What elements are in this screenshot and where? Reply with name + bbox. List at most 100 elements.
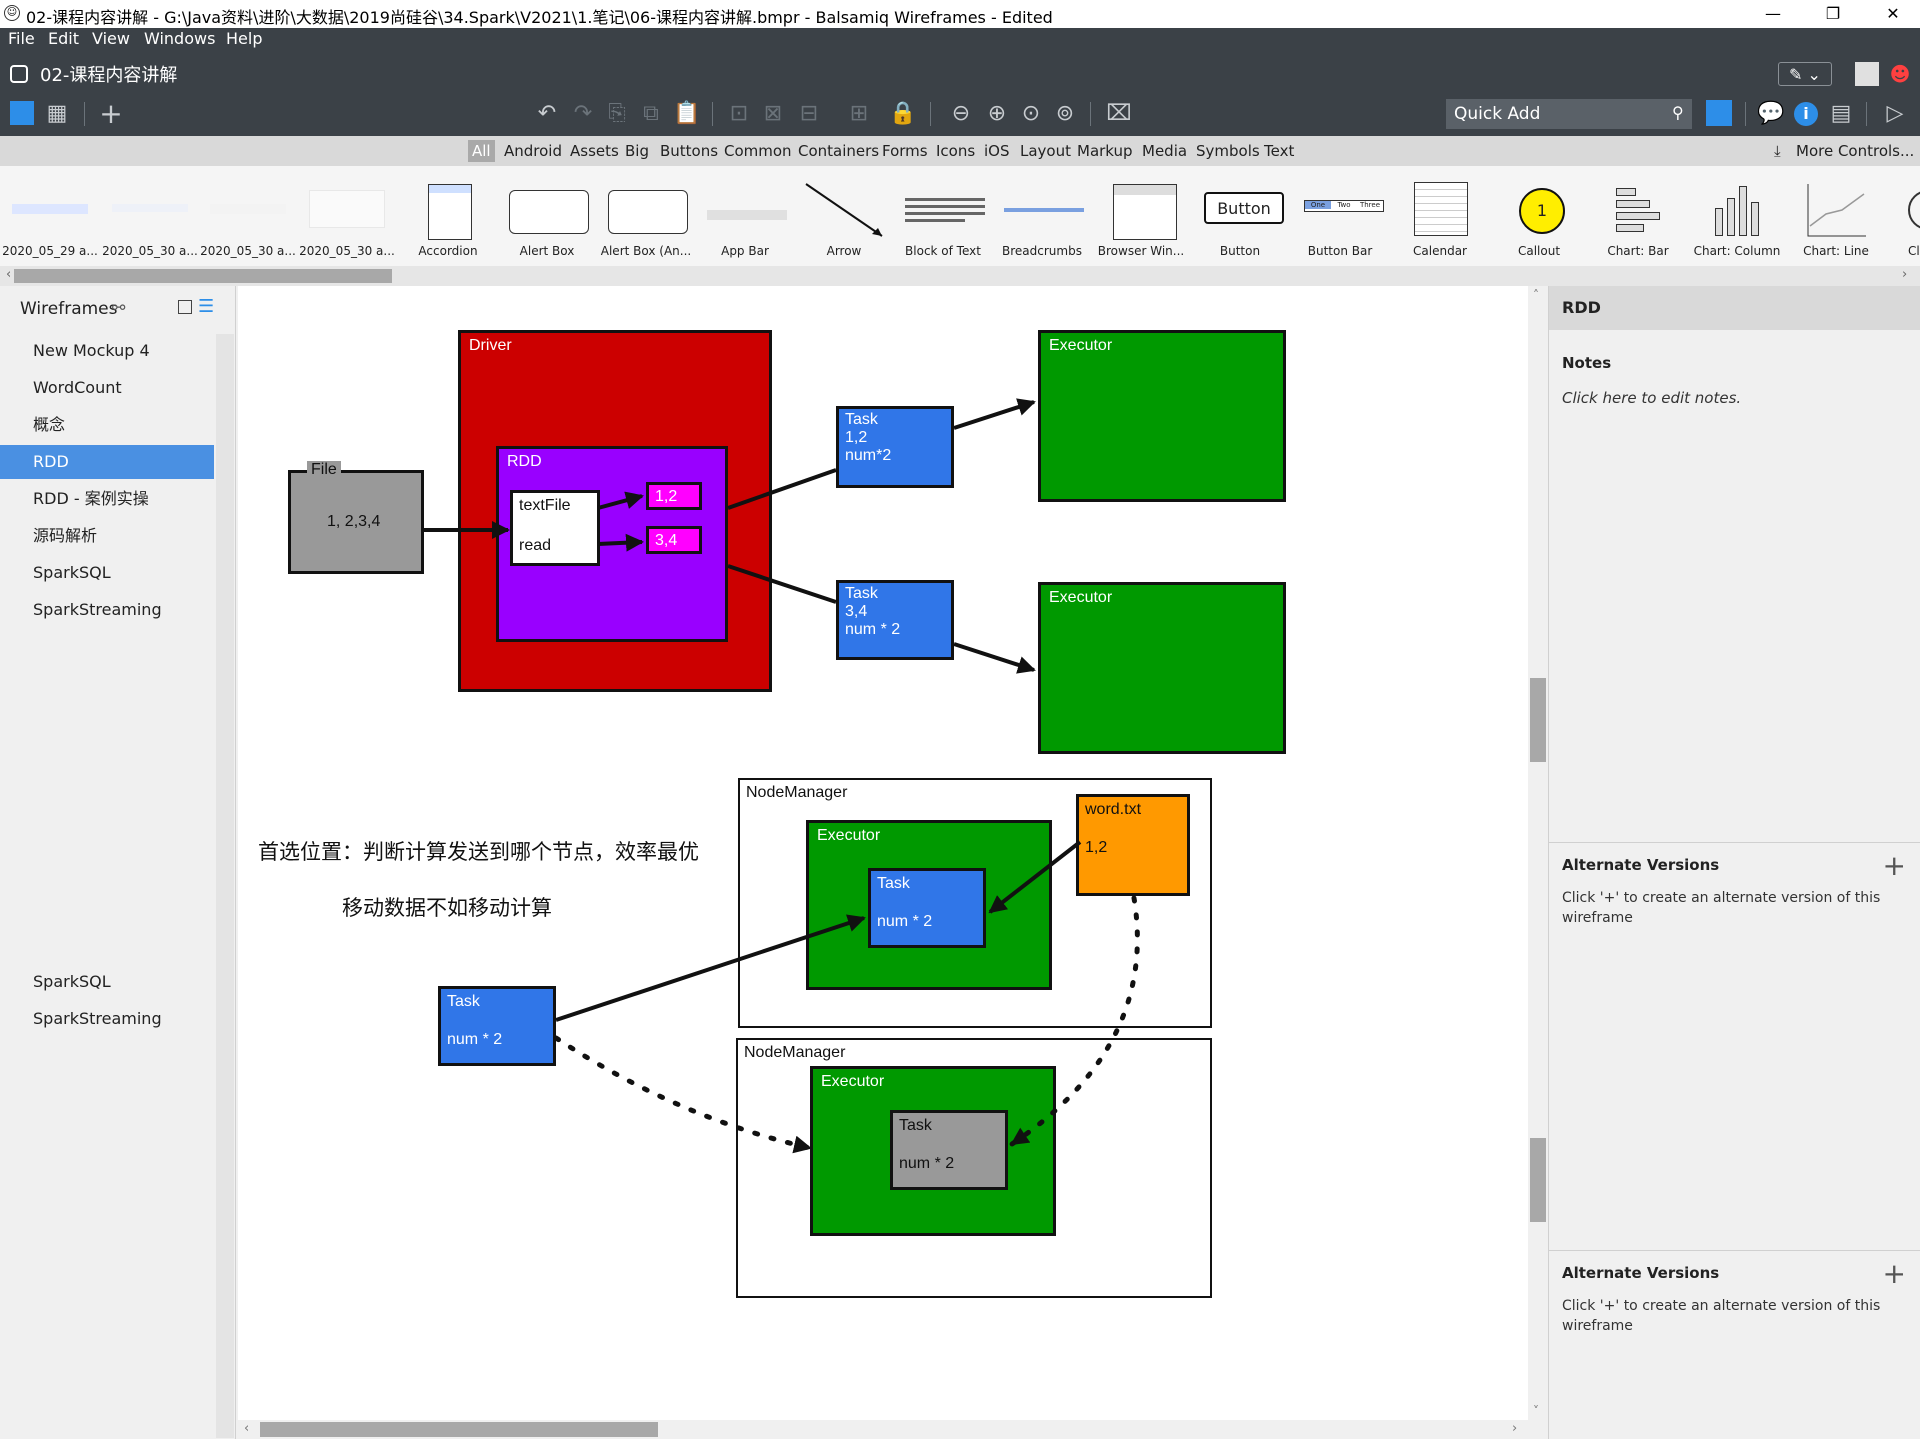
category-assets[interactable]: Assets	[570, 142, 619, 160]
library-item-button[interactable]: Button Button	[1192, 180, 1288, 258]
nav-item-source-analysis[interactable]: 源码解析	[0, 519, 214, 553]
notes-panel-icon[interactable]: ▤	[1826, 99, 1856, 129]
add-alternate-version-button-2[interactable]: +	[1883, 1260, 1906, 1288]
add-alternate-version-button[interactable]: +	[1883, 852, 1906, 880]
horizontal-scroll-thumb[interactable]	[260, 1422, 658, 1437]
menu-file[interactable]: File	[8, 29, 35, 48]
library-item-chart-line[interactable]: Chart: Line	[1788, 180, 1884, 258]
library-item-browser-window[interactable]: Browser Win...	[1093, 180, 1189, 258]
close-button[interactable]: ✕	[1870, 0, 1916, 28]
canvas-vertical-scrollbar[interactable]: ˄ ˅	[1528, 286, 1548, 1420]
category-layout[interactable]: Layout	[1020, 142, 1071, 160]
nav-item-rdd-case[interactable]: RDD - 案例实操	[0, 482, 214, 516]
word-txt-box[interactable]: word.txt 1,2	[1076, 794, 1190, 896]
single-view-icon[interactable]	[10, 101, 34, 125]
left-panel-scrollbar[interactable]	[216, 334, 234, 1438]
category-media[interactable]: Media	[1142, 142, 1187, 160]
library-item-arrow[interactable]: Arrow	[796, 180, 892, 258]
nm2-task-box[interactable]: Task num * 2	[890, 1110, 1008, 1190]
monster-icon[interactable]: ☻	[1888, 62, 1912, 86]
clipboard-icon[interactable]: 📋	[672, 99, 702, 129]
library-scrollbar[interactable]: ‹ ›	[0, 266, 1920, 286]
add-mockup-icon[interactable]: +	[96, 99, 126, 129]
task-3-box[interactable]: Task num * 2	[438, 986, 556, 1066]
task-2-box[interactable]: Task 3,4 num * 2	[836, 580, 954, 660]
library-item-calendar[interactable]: Calendar	[1392, 180, 1488, 258]
nav-item-wordcount[interactable]: WordCount	[0, 371, 214, 405]
library-item-mockup-1[interactable]: 2020_05_29 a...	[2, 180, 98, 258]
partition-1-box[interactable]: 1,2	[646, 482, 702, 510]
duplicate-icon[interactable]: ⧉	[636, 99, 666, 129]
edit-mode-dropdown[interactable]: ✎ ⌄	[1778, 62, 1832, 86]
category-ios[interactable]: iOS	[984, 142, 1010, 160]
vertical-scroll-thumb[interactable]	[1530, 678, 1546, 762]
undo-icon[interactable]: ↶	[532, 99, 562, 129]
hscroll-left-icon[interactable]: ‹	[244, 1421, 249, 1436]
redo-icon[interactable]: ↷	[568, 99, 598, 129]
library-item-breadcrumbs[interactable]: Breadcrumbs	[994, 180, 1090, 258]
category-buttons[interactable]: Buttons	[660, 142, 718, 160]
lock-icon[interactable]: 🔒	[888, 99, 918, 129]
library-item-block-of-text[interactable]: Block of Text	[895, 180, 991, 258]
nav-item-sparksql[interactable]: SparkSQL	[0, 556, 214, 590]
category-markup[interactable]: Markup	[1077, 142, 1133, 160]
library-item-chart-bar[interactable]: Chart: Bar	[1590, 180, 1686, 258]
category-symbols[interactable]: Symbols	[1196, 142, 1260, 160]
executor-1-box[interactable]: Executor	[1038, 330, 1286, 502]
file-container[interactable]: File 1, 2,3,4	[288, 461, 424, 574]
library-item-alert-box[interactable]: Alert Box	[499, 180, 595, 258]
nav-item-sparkstreaming[interactable]: SparkStreaming	[0, 593, 214, 627]
library-item-mockup-4[interactable]: 2020_05_30 a...	[299, 180, 395, 258]
nav-item-new-mockup-4[interactable]: New Mockup 4	[0, 334, 214, 368]
notes-field[interactable]: Click here to edit notes.	[1562, 388, 1882, 408]
comment-icon[interactable]: 💬	[1756, 99, 1786, 129]
library-item-alert-box-android[interactable]: Alert Box (An...	[598, 180, 694, 258]
distribute-icon[interactable]: ⊞	[844, 99, 874, 129]
presentation-icon[interactable]: ▷	[1880, 99, 1910, 129]
canvas-horizontal-scrollbar[interactable]: ‹ ›	[238, 1420, 1528, 1439]
nav-item-concept[interactable]: 概念	[0, 408, 214, 442]
avatar[interactable]	[1855, 62, 1879, 86]
scroll-down-icon[interactable]: ˅	[1533, 1404, 1539, 1418]
ui-library-icon[interactable]	[1706, 100, 1732, 126]
restore-button[interactable]: ❐	[1810, 0, 1856, 28]
library-item-partial[interactable]: Cl	[1880, 180, 1920, 258]
scroll-left-icon[interactable]: ‹	[6, 267, 11, 282]
sitemap-icon[interactable]: ⚯	[112, 298, 125, 317]
align-icon[interactable]: ⊟	[794, 99, 824, 129]
quick-add-field[interactable]: Quick Add ⚲	[1446, 99, 1692, 129]
thumbnail-view-icon[interactable]	[178, 300, 192, 314]
library-scroll-thumb[interactable]	[14, 269, 392, 283]
zoom-in-icon[interactable]: ⊕	[982, 99, 1012, 129]
category-containers[interactable]: Containers	[798, 142, 879, 160]
category-icons[interactable]: Icons	[936, 142, 975, 160]
delete-icon[interactable]: ⌧	[1104, 99, 1134, 129]
list-view-icon[interactable]: ☰	[198, 296, 214, 317]
ungroup-icon[interactable]: ⊠	[758, 99, 788, 129]
zoom-out-icon[interactable]: ⊖	[946, 99, 976, 129]
category-forms[interactable]: Forms	[882, 142, 928, 160]
library-item-button-bar[interactable]: One Two Three Button Bar	[1292, 180, 1388, 258]
library-item-mockup-2[interactable]: 2020_05_30 a...	[102, 180, 198, 258]
menu-windows[interactable]: Windows	[144, 29, 215, 48]
library-item-mockup-3[interactable]: 2020_05_30 a...	[200, 180, 296, 258]
task-1-box[interactable]: Task 1,2 num*2	[836, 406, 954, 488]
hscroll-right-icon[interactable]: ›	[1512, 1421, 1517, 1436]
more-controls-button[interactable]: More Controls...	[1796, 142, 1914, 160]
nav-item-rdd[interactable]: RDD	[0, 445, 214, 479]
category-big[interactable]: Big	[625, 142, 649, 160]
executor-2-box[interactable]: Executor	[1038, 582, 1286, 754]
partition-2-box[interactable]: 3,4	[646, 526, 702, 554]
wireframe-canvas[interactable]: File 1, 2,3,4 Driver RDD textFile read 1…	[238, 286, 1528, 1420]
menu-edit[interactable]: Edit	[48, 29, 79, 48]
category-common[interactable]: Common	[724, 142, 792, 160]
menu-help[interactable]: Help	[226, 29, 262, 48]
category-all[interactable]: All	[468, 140, 495, 162]
nav-item-sparkstreaming-duplicate[interactable]: SparkStreaming	[0, 1002, 214, 1036]
info-icon[interactable]: i	[1794, 102, 1818, 126]
copy-icon[interactable]: ⎘	[602, 99, 632, 129]
textfile-box[interactable]: textFile read	[510, 490, 600, 566]
category-text[interactable]: Text	[1264, 142, 1294, 160]
nm1-task-box[interactable]: Task num * 2	[868, 868, 986, 948]
zoom-actual-icon[interactable]: ⊙	[1016, 99, 1046, 129]
